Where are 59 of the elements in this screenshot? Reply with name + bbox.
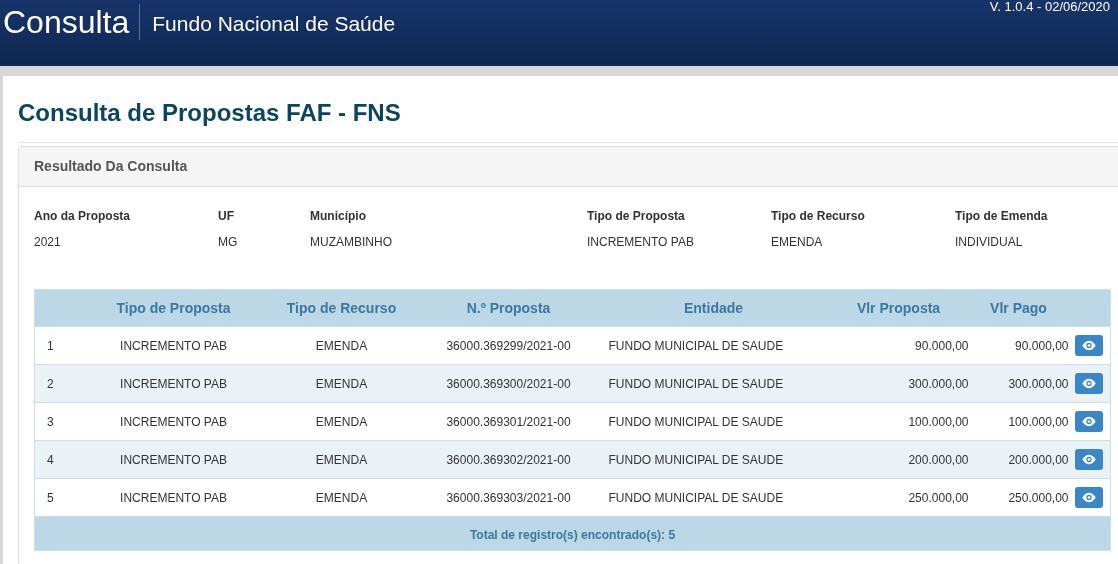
table-cell: INCREMENTO PAB [82,326,265,365]
table-cell: 250.000,00 [828,478,969,517]
table-cell: 100.000,00 [968,402,1069,441]
field-label: Ano da Proposta [34,208,131,225]
field-value: MUZAMBINHO [310,234,393,251]
table-cell: INCREMENTO PAB [82,402,265,441]
field-value: EMENDA [771,234,824,251]
field-label: Tipo de Recurso [771,208,866,225]
table-cell: EMENDA [264,364,419,403]
table-cell: 36000.369303/2021-00 [418,478,599,517]
field-label: Município [310,208,367,225]
column-header: Tipo de Recurso [264,289,419,327]
table-cell: 300.000,00 [968,364,1069,403]
table-cell: 5 [34,478,83,517]
table-cell: FUNDO MUNICIPAL DE SAUDE [598,326,829,365]
table-cell: INCREMENTO PAB [82,478,265,517]
field-value: 2021 [34,234,62,251]
table-cell: 4 [34,440,83,479]
table-cell: 3 [34,402,83,441]
table-cell: INCREMENTO PAB [82,364,265,403]
table-cell: 36000.369300/2021-00 [418,364,599,403]
field-label: UF [218,208,235,225]
table-cell: FUNDO MUNICIPAL DE SAUDE [598,402,829,441]
table-cell: FUNDO MUNICIPAL DE SAUDE [598,364,829,403]
app-title: Consulta [3,3,130,41]
table-cell: 36000.369299/2021-00 [418,326,599,365]
column-header: Entidade [598,289,829,327]
field-label: Tipo de Emenda [955,208,1049,225]
field-value: MG [218,234,239,251]
table-cell: EMENDA [264,326,419,365]
field-label: Tipo de Proposta [587,208,686,225]
table-cell: 90.000,00 [828,326,969,365]
page-title: Consulta de Propostas FAF - FNS [18,98,402,128]
table-cell: EMENDA [264,440,419,479]
table-cell: INCREMENTO PAB [82,440,265,479]
table-cell: 1 [34,326,83,365]
column-header: Vlr Proposta [828,289,969,327]
app-subtitle: Fundo Nacional de Saúde [152,11,396,37]
table-cell: 200.000,00 [828,440,969,479]
table-cell: 200.000,00 [968,440,1069,479]
column-header: N.º Proposta [418,289,599,327]
table-cell: 36000.369302/2021-00 [418,440,599,479]
field-value: INCREMENTO PAB [587,234,695,251]
table-cell: 90.000,00 [968,326,1069,365]
table-cell: 250.000,00 [968,478,1069,517]
column-header: Tipo de Proposta [82,289,265,327]
table-cell: 36000.369301/2021-00 [418,402,599,441]
table-cell: FUNDO MUNICIPAL DE SAUDE [598,440,829,479]
table-cell: EMENDA [264,478,419,517]
panel-title: Resultado Da Consulta [34,157,188,176]
table-cell: 2 [34,364,83,403]
table-cell: FUNDO MUNICIPAL DE SAUDE [598,478,829,517]
column-header: Vlr Pago [968,289,1069,327]
field-value: INDIVIDUAL [955,234,1024,251]
table-cell: 100.000,00 [828,402,969,441]
version-text: V. 1.0.4 - 02/06/2020 [989,0,1110,14]
total-count: Total de registro(s) encontrado(s): 5 [469,527,676,542]
table-cell: 300.000,00 [828,364,969,403]
table-cell: EMENDA [264,402,419,441]
